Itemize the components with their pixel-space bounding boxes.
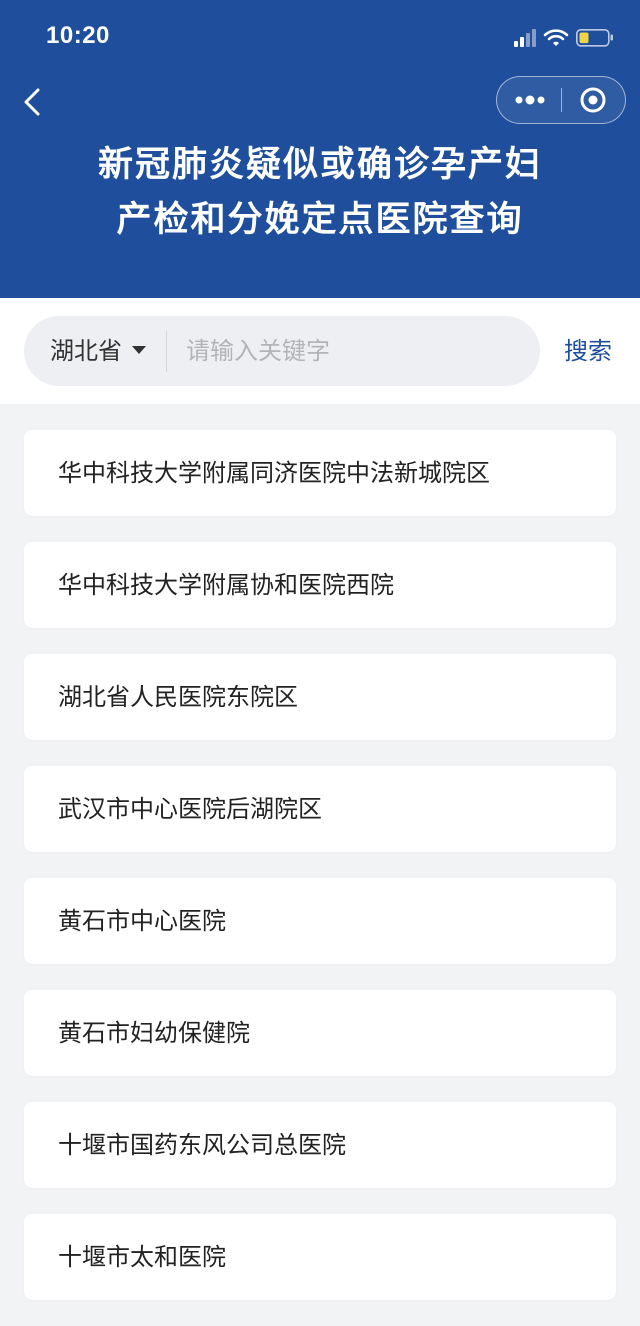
list-item[interactable]: 十堰市太和医院 bbox=[24, 1214, 616, 1300]
back-button[interactable] bbox=[14, 82, 54, 122]
hospital-name: 华中科技大学附属同济医院中法新城院区 bbox=[58, 459, 490, 487]
close-button[interactable] bbox=[562, 77, 624, 122]
status-icons bbox=[514, 26, 614, 50]
more-button[interactable] bbox=[497, 77, 561, 122]
list-item[interactable]: 武汉市中心医院后湖院区 bbox=[24, 766, 616, 852]
list-item[interactable]: 黄石市妇幼保健院 bbox=[24, 990, 616, 1076]
search-bar: 湖北省 搜索 bbox=[0, 298, 640, 404]
province-label: 湖北省 bbox=[50, 337, 122, 365]
hospital-name: 黄石市妇幼保健院 bbox=[58, 1019, 250, 1047]
hospital-name: 华中科技大学附属协和医院西院 bbox=[58, 571, 394, 599]
wifi-icon bbox=[543, 29, 569, 46]
keyword-input[interactable] bbox=[186, 316, 526, 386]
list-item[interactable]: 湖北省人民医院东院区 bbox=[24, 654, 616, 740]
list-item[interactable]: 华中科技大学附属同济医院中法新城院区 bbox=[24, 430, 616, 516]
search-box: 湖北省 bbox=[24, 316, 540, 386]
list-item[interactable]: 十堰市国药东风公司总医院 bbox=[24, 1102, 616, 1188]
caret-down-icon bbox=[132, 346, 146, 354]
header: 10:20 新冠肺炎疑似或确诊孕产妇 产检和分娩定点医院查询 bbox=[0, 0, 640, 298]
hospital-name: 十堰市太和医院 bbox=[58, 1243, 226, 1271]
page-title-line2: 产检和分娩定点医院查询 bbox=[116, 200, 524, 240]
target-circle-icon bbox=[580, 87, 606, 113]
battery-icon bbox=[576, 29, 613, 47]
status-bar: 10:20 bbox=[0, 0, 640, 72]
search-divider bbox=[166, 330, 167, 372]
hospital-name: 武汉市中心医院后湖院区 bbox=[58, 795, 322, 823]
chevron-left-icon bbox=[24, 88, 40, 116]
page-title-line1: 新冠肺炎疑似或确诊孕产妇 bbox=[97, 145, 542, 185]
signal-icon bbox=[514, 29, 536, 47]
search-button[interactable]: 搜索 bbox=[564, 316, 612, 386]
list-item[interactable]: 黄石市中心医院 bbox=[24, 878, 616, 964]
mini-program-capsule bbox=[496, 76, 626, 124]
hospital-name: 十堰市国药东风公司总医院 bbox=[58, 1131, 346, 1159]
hospital-name: 黄石市中心医院 bbox=[58, 907, 226, 935]
page-title: 新冠肺炎疑似或确诊孕产妇 产检和分娩定点医院查询 bbox=[0, 138, 640, 248]
hospital-name: 湖北省人民医院东院区 bbox=[58, 683, 298, 711]
hospital-list: 华中科技大学附属同济医院中法新城院区 华中科技大学附属协和医院西院 湖北省人民医… bbox=[24, 430, 616, 1326]
list-item[interactable]: 华中科技大学附属协和医院西院 bbox=[24, 542, 616, 628]
province-dropdown[interactable]: 湖北省 bbox=[50, 316, 146, 386]
status-time: 10:20 bbox=[46, 22, 110, 49]
more-dots-icon bbox=[515, 95, 545, 105]
